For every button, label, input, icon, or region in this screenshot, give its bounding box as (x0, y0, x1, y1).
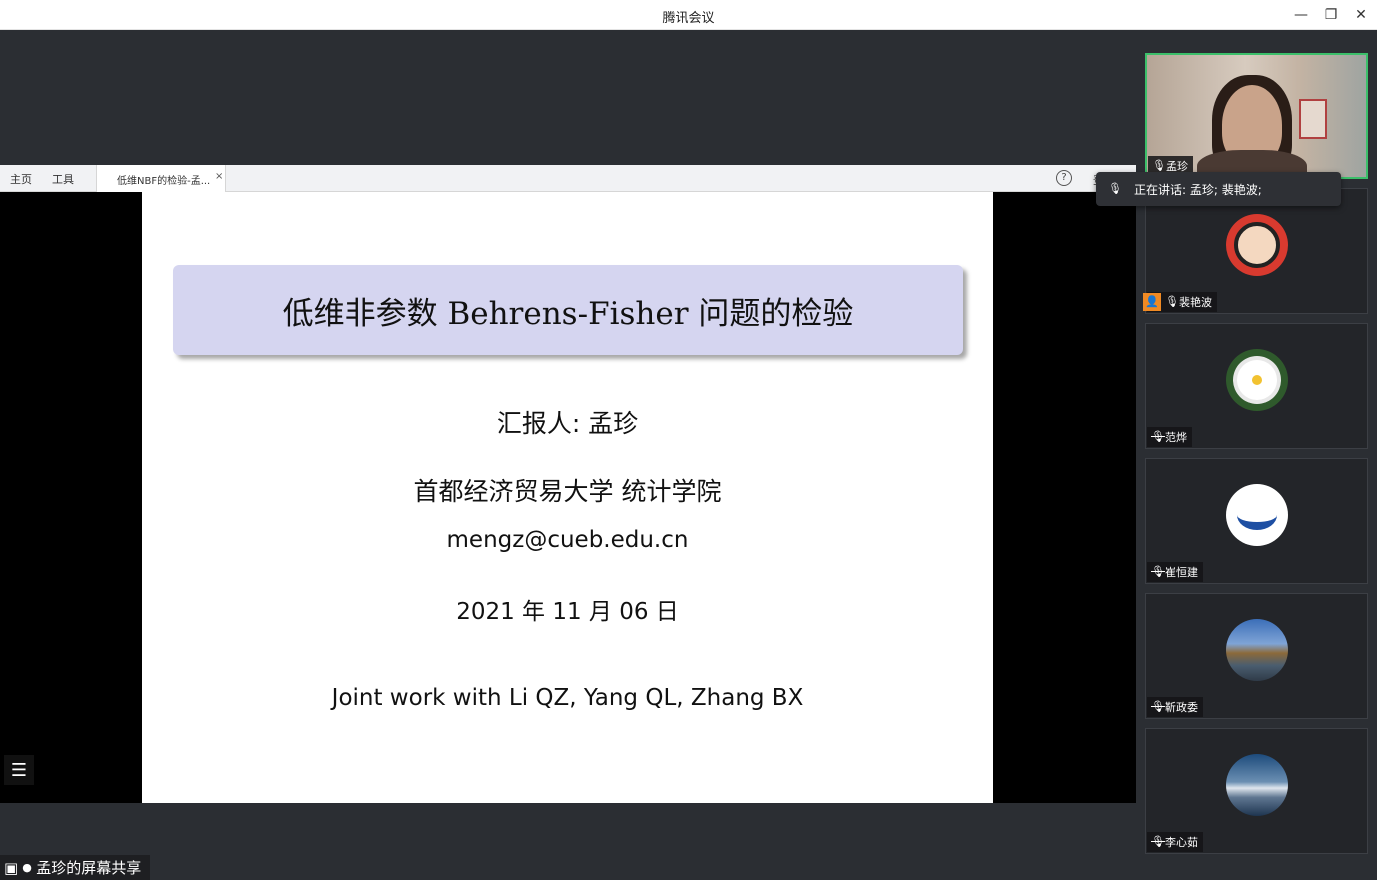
participant-tile[interactable]: 🎙 李心茹 (1145, 728, 1368, 854)
slide-reporter: 汇报人: 孟珍 (496, 409, 639, 438)
participant-name-tag: 🎙 范烨 (1147, 427, 1192, 447)
participant-tile[interactable]: 🎙 崔恒建 (1145, 458, 1368, 584)
viewer-tools-tab[interactable]: 工具 (52, 171, 74, 187)
viewer-home-tab[interactable]: 主页 (10, 171, 32, 187)
screen-share-text: 孟珍的屏幕共享 (36, 859, 142, 877)
microphone-icon: 🎙 (1108, 182, 1122, 195)
slide-email: mengz@cueb.edu.cn (446, 527, 689, 553)
participant-tile[interactable]: 🎙 靳政委 (1145, 593, 1368, 719)
microphone-icon: 🎙 (1152, 159, 1166, 172)
help-icon[interactable]: ? (1056, 170, 1072, 186)
participant-tile[interactable]: 🎙 孟珍 (1145, 53, 1368, 179)
microphone-icon: 🎙 (1165, 295, 1179, 308)
microphone-icon: ● (22, 860, 32, 874)
shared-screen-area: 主页 工具 低维NBF的检验-孟... × ? 登录 低维非参数 Behrens… (0, 30, 1136, 880)
tab-close-icon[interactable]: × (215, 171, 223, 182)
participant-name: 范烨 (1165, 431, 1187, 444)
microphone-muted-icon: 🎙 (1151, 565, 1165, 578)
close-icon[interactable]: ✕ (1350, 5, 1372, 25)
microphone-muted-icon: 🎙 (1151, 430, 1165, 443)
document-tab[interactable]: 低维NBF的检验-孟... × (96, 165, 226, 192)
participant-tile[interactable]: 🎙 范烨 (1145, 323, 1368, 449)
presentation-slide: 低维非参数 Behrens-Fisher 问题的检验 汇报人: 孟珍 首都经济贸… (142, 192, 993, 803)
avatar (1226, 484, 1288, 546)
participant-name: 崔恒建 (1165, 566, 1198, 579)
user-icon: 👤 (1143, 293, 1161, 311)
minimize-icon[interactable]: — (1290, 5, 1312, 25)
participant-name: 裴艳波 (1179, 296, 1212, 309)
participant-name-tag: 🎙 靳政委 (1147, 697, 1203, 717)
participant-tile[interactable]: 👤 🎙 裴艳波 (1143, 188, 1368, 314)
speaking-indicator: 🎙 正在讲话: 孟珍; 裴艳波; (1096, 172, 1341, 206)
avatar (1226, 619, 1288, 681)
wall-picture (1299, 99, 1327, 139)
avatar (1226, 349, 1288, 411)
screen-share-icon: ▣ (4, 858, 19, 877)
avatar-logo (1237, 500, 1277, 530)
participant-name: 靳政委 (1165, 701, 1198, 714)
slide-title: 低维非参数 Behrens-Fisher 问题的检验 (173, 265, 963, 355)
participant-name-tag: 🎙 崔恒建 (1147, 562, 1203, 582)
slide-joint-work: Joint work with Li QZ, Yang QL, Zhang BX (331, 685, 804, 711)
participant-name: 李心茹 (1165, 836, 1198, 849)
avatar (1226, 754, 1288, 816)
participant-name-tag: 🎙 李心茹 (1147, 832, 1203, 852)
avatar-flower (1237, 360, 1277, 400)
avatar (1226, 214, 1288, 276)
viewer-toolbar: 主页 工具 低维NBF的检验-孟... × ? 登录 (0, 165, 1136, 192)
microphone-muted-icon: 🎙 (1151, 700, 1165, 713)
speaking-text: 正在讲话: 孟珍; 裴艳波; (1134, 182, 1262, 197)
slide-school: 首都经济贸易大学 统计学院 (413, 477, 722, 506)
outline-menu-icon[interactable]: ☰ (4, 755, 34, 785)
screen-share-label: ▣ ● 孟珍的屏幕共享 (0, 855, 150, 880)
slide-date: 2021 年 11 月 06 日 (456, 599, 679, 625)
window-title: 腾讯会议 (662, 11, 715, 26)
pdf-viewer: 主页 工具 低维NBF的检验-孟... × ? 登录 低维非参数 Behrens… (0, 165, 1136, 803)
participant-name-tag: 👤 🎙 裴艳波 (1143, 292, 1217, 312)
avatar-face (1234, 222, 1280, 268)
document-tab-label: 低维NBF的检验-孟... (117, 176, 211, 187)
window-titlebar: 腾讯会议 — ❐ ✕ (0, 0, 1377, 30)
microphone-muted-icon: 🎙 (1151, 835, 1165, 848)
restore-icon[interactable]: ❐ (1320, 5, 1342, 25)
